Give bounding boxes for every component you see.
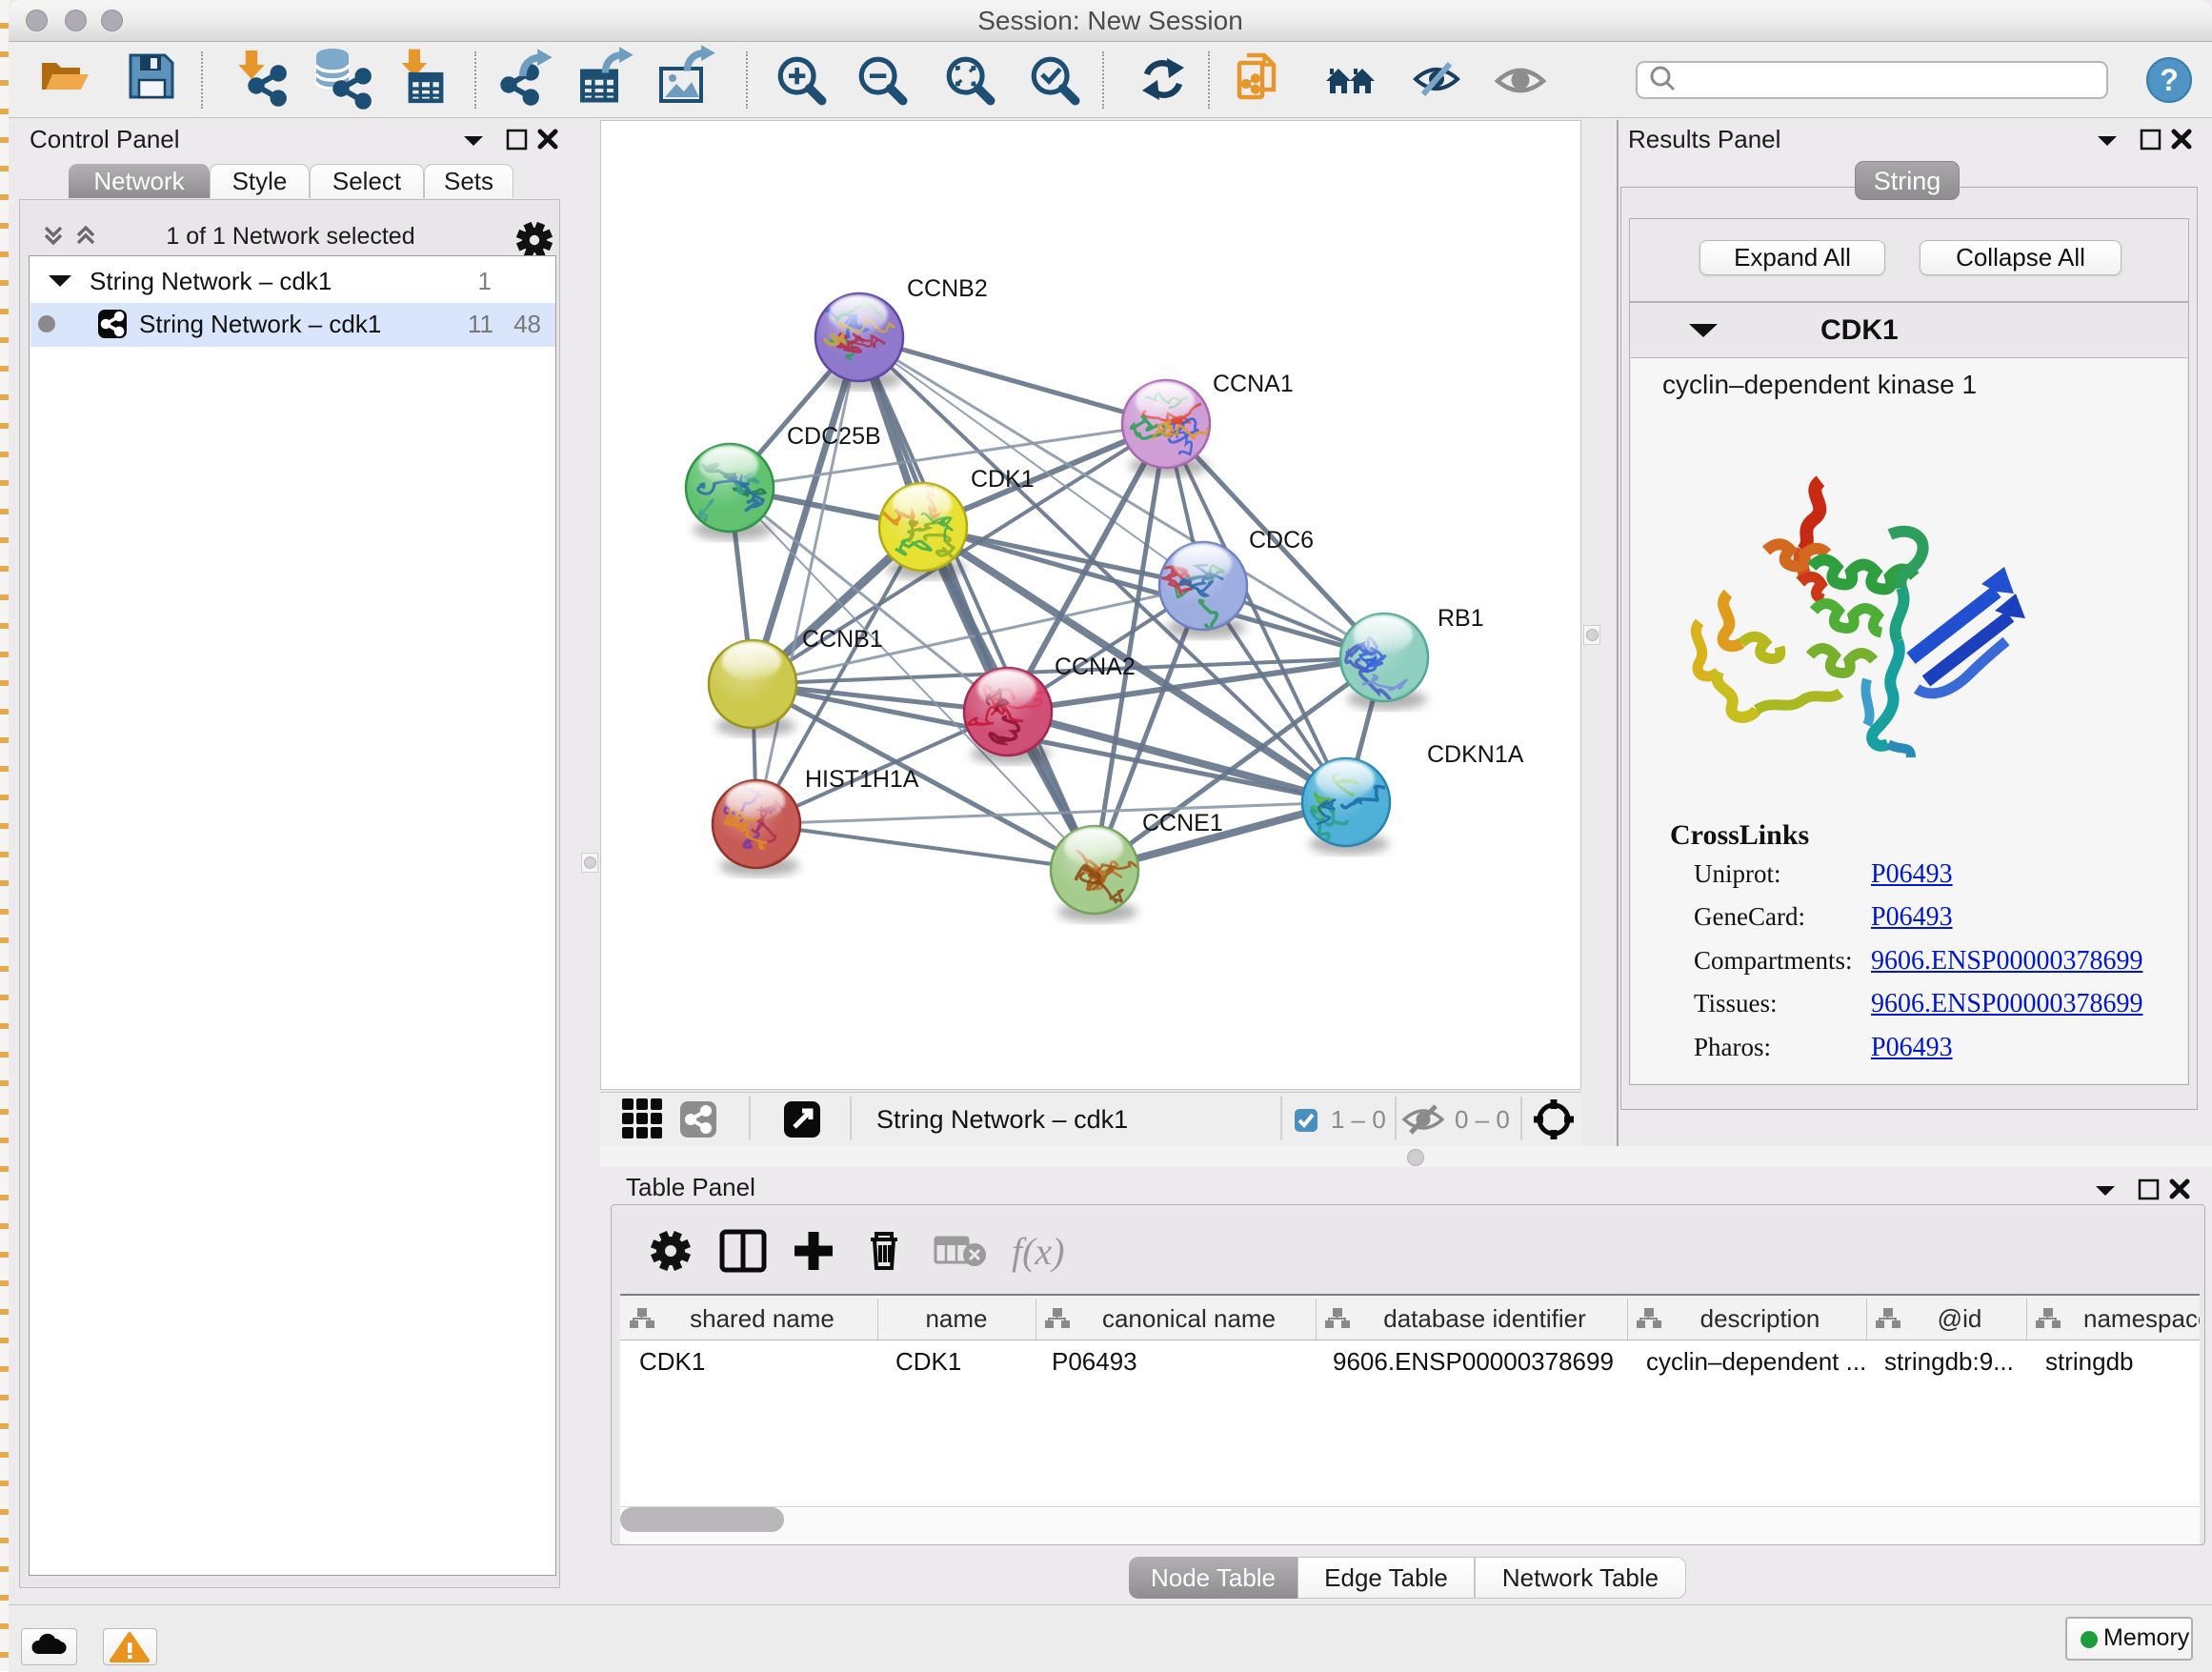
svg-text:RB1: RB1	[1438, 605, 1484, 632]
svg-text:48: 48	[513, 310, 541, 338]
svg-text:name: name	[925, 1304, 987, 1333]
svg-text:description: description	[1700, 1304, 1820, 1333]
svg-text:canonical name: canonical name	[1102, 1304, 1276, 1333]
svg-text:11: 11	[468, 310, 493, 338]
svg-text:CCNB2: CCNB2	[907, 275, 988, 302]
svg-text:f(x): f(x)	[1012, 1230, 1065, 1273]
svg-text:CDKN1A: CDKN1A	[1427, 741, 1524, 768]
svg-text:shared name: shared name	[690, 1304, 835, 1333]
svg-text:database identifier: database identifier	[1383, 1304, 1586, 1333]
svg-text:?: ?	[2160, 63, 2179, 97]
svg-text:CDC25B: CDC25B	[787, 423, 881, 450]
svg-text:String Network – cdk1: String Network – cdk1	[90, 267, 332, 295]
svg-text:CDK1: CDK1	[971, 466, 1035, 493]
svg-text:CDC6: CDC6	[1249, 527, 1314, 554]
svg-text:HIST1H1A: HIST1H1A	[805, 766, 919, 793]
svg-text:CCNA2: CCNA2	[1055, 654, 1136, 680]
svg-text:CCNA1: CCNA1	[1213, 371, 1294, 397]
svg-text:CCNE1: CCNE1	[1142, 810, 1223, 836]
svg-text:CDK1: CDK1	[1820, 314, 1899, 346]
svg-text:1: 1	[478, 267, 492, 295]
svg-text:String Network – cdk1: String Network – cdk1	[139, 310, 381, 338]
svg-text:1 – 0: 1 – 0	[1331, 1105, 1386, 1134]
svg-text:CCNB1: CCNB1	[802, 626, 883, 653]
svg-text:@id: @id	[1938, 1304, 1982, 1333]
svg-text:0 – 0: 0 – 0	[1455, 1105, 1510, 1134]
svg-text:namespace: namespace	[2083, 1304, 2200, 1333]
svg-text:String Network – cdk1: String Network – cdk1	[876, 1105, 1128, 1134]
